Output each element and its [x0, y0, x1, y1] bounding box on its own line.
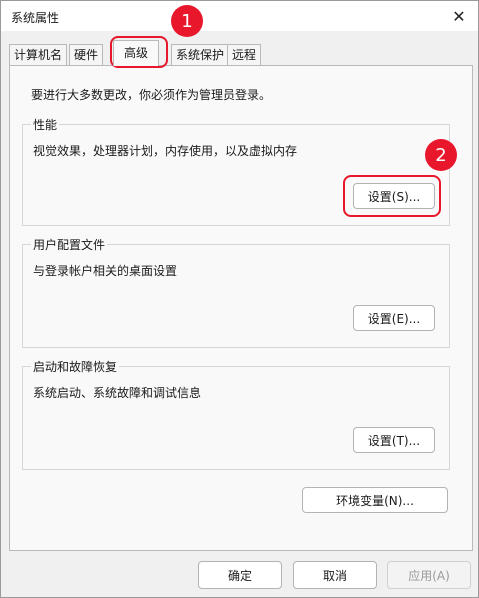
advanced-tab-panel: 要进行大多数更改，你必须作为管理员登录。 性能 视觉效果，处理器计划，内存使用，… — [9, 65, 473, 551]
step2-highlight-box — [343, 175, 441, 217]
performance-title: 性能 — [31, 116, 60, 133]
performance-desc: 视觉效果，处理器计划，内存使用，以及虚拟内存 — [33, 144, 298, 158]
ok-button[interactable]: 确定 — [198, 561, 282, 589]
user-profile-title: 用户配置文件 — [31, 236, 108, 253]
step2-badge: 2 — [425, 139, 457, 171]
system-properties-window: 系统属性 ✕ 计算机名 硬件 高级 系统保护 远程 要进行大多数更改，你必须作为… — [0, 0, 479, 598]
cancel-button[interactable]: 取消 — [293, 561, 377, 589]
startup-recovery-group: 启动和故障恢复 系统启动、系统故障和调试信息 设置(T)... — [22, 358, 450, 470]
startup-recovery-desc: 系统启动、系统故障和调试信息 — [33, 386, 202, 400]
startup-recovery-title: 启动和故障恢复 — [31, 358, 120, 375]
startup-settings-button[interactable]: 设置(T)... — [353, 427, 435, 453]
admin-notice: 要进行大多数更改，你必须作为管理员登录。 — [31, 88, 272, 102]
apply-button: 应用(A) — [387, 561, 471, 589]
window-title: 系统属性 — [11, 11, 60, 25]
tab-system-protection[interactable]: 系统保护 — [171, 44, 230, 65]
tab-advanced[interactable]: 高级 — [113, 40, 160, 66]
user-profile-desc: 与登录帐户相关的桌面设置 — [33, 264, 178, 278]
title-bar[interactable]: 系统属性 ✕ — [1, 1, 478, 31]
close-icon[interactable]: ✕ — [448, 5, 470, 27]
user-profile-settings-button[interactable]: 设置(E)... — [353, 305, 435, 331]
tab-computer-name[interactable]: 计算机名 — [9, 44, 68, 65]
tab-remote[interactable]: 远程 — [227, 44, 262, 65]
user-profile-group: 用户配置文件 与登录帐户相关的桌面设置 设置(E)... — [22, 236, 450, 348]
tab-hardware[interactable]: 硬件 — [69, 44, 104, 65]
step1-badge: 1 — [171, 5, 203, 37]
environment-variables-button[interactable]: 环境变量(N)... — [302, 487, 448, 513]
